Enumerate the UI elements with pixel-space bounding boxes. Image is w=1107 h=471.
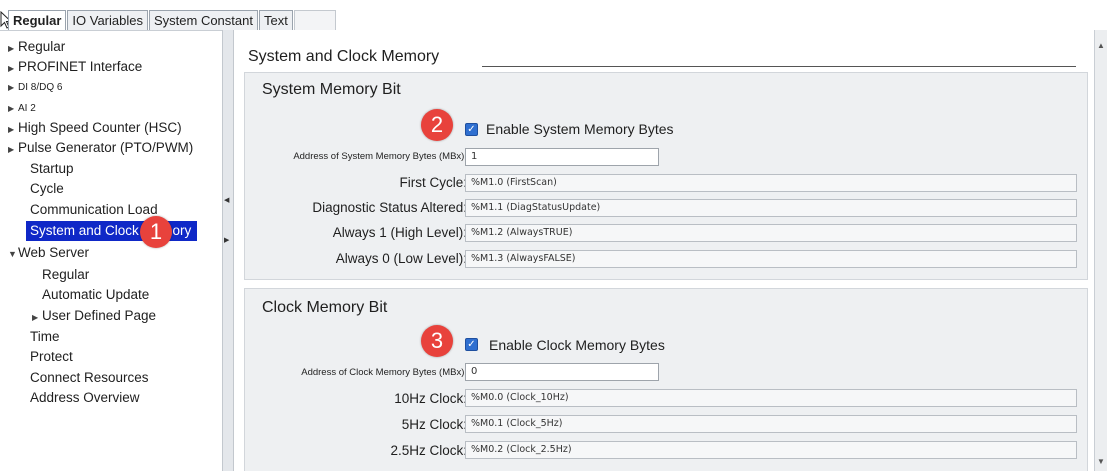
- triangle-right-icon[interactable]: ▶: [8, 78, 18, 98]
- triangle-right-icon[interactable]: ▶: [8, 39, 18, 59]
- first-cycle-value: %M1.0 (FirstScan): [465, 174, 1077, 192]
- always-1-label: Always 1 (High Level):: [332, 225, 467, 240]
- triangle-right-icon[interactable]: ▶: [8, 59, 18, 79]
- clock-5hz-label: 5Hz Clock:: [401, 417, 467, 432]
- tab-system-constant[interactable]: System Constant: [148, 10, 258, 30]
- collapse-left-icon[interactable]: ◀: [224, 196, 230, 206]
- section-title: System and Clock Memory: [248, 48, 440, 65]
- diagnostic-status-value: %M1.1 (DiagStatusUpdate): [465, 199, 1077, 217]
- tree-item-pulse-generator[interactable]: ▶ Pulse Generator (PTO/PWM): [8, 138, 193, 158]
- tree-item-di-dq[interactable]: ▶ DI 8/DQ 6: [8, 78, 62, 98]
- enable-system-memory-label: Enable System Memory Bytes: [486, 121, 674, 137]
- tab-regular[interactable]: Regular: [8, 10, 67, 30]
- tree-item-web-server[interactable]: ▼Web Server: [8, 243, 89, 263]
- tree-item-connect-resources[interactable]: Connect Resources: [30, 368, 149, 388]
- clock-memory-panel: Clock Memory Bit ✓ Enable Clock Memory B…: [244, 288, 1088, 471]
- enable-system-memory-checkbox[interactable]: ✓: [465, 123, 478, 136]
- system-memory-panel: System Memory Bit ✓ Enable System Memory…: [244, 72, 1088, 280]
- callout-badge-2: 2: [421, 109, 453, 141]
- clock-memory-address-label: Address of Clock Memory Bytes (MBx):: [301, 367, 467, 378]
- scroll-up-icon[interactable]: ▲: [1096, 40, 1106, 52]
- tree-item-communication-load[interactable]: Communication Load: [30, 200, 158, 220]
- expand-right-icon[interactable]: ▶: [224, 236, 230, 246]
- tree-item-ai[interactable]: ▶ AI 2: [8, 99, 36, 119]
- tree-item-profinet-interface[interactable]: ▶ PROFINET Interface: [8, 57, 142, 77]
- enable-clock-memory-label: Enable Clock Memory Bytes: [489, 337, 665, 353]
- callout-badge-1: 1: [140, 216, 172, 248]
- always-1-value: %M1.2 (AlwaysTRUE): [465, 224, 1077, 242]
- vertical-scrollbar[interactable]: [1094, 30, 1107, 471]
- triangle-right-icon[interactable]: ▶: [8, 120, 18, 140]
- tree-item-automatic-update[interactable]: Automatic Update: [42, 285, 149, 305]
- section-divider: [482, 66, 1076, 67]
- tree-item-hsc[interactable]: ▶ High Speed Counter (HSC): [8, 118, 182, 138]
- tree-item-startup[interactable]: Startup: [30, 159, 74, 179]
- tree-item-address-overview[interactable]: Address Overview: [30, 388, 140, 408]
- callout-badge-3: 3: [421, 325, 453, 357]
- diagnostic-status-label: Diagnostic Status Altered:: [312, 200, 467, 215]
- scroll-down-icon[interactable]: ▼: [1096, 456, 1106, 468]
- clock-2-5hz-label: 2.5Hz Clock:: [390, 443, 467, 458]
- checkmark-icon: ✓: [467, 339, 476, 350]
- triangle-right-icon[interactable]: ▶: [32, 308, 42, 328]
- clock-10hz-value: %M0.0 (Clock_10Hz): [465, 389, 1077, 407]
- properties-content: System and Clock Memory System Memory Bi…: [234, 30, 1094, 471]
- system-memory-address-label: Address of System Memory Bytes (MBx):: [293, 151, 467, 162]
- pane-splitter[interactable]: [222, 30, 234, 471]
- system-memory-title: System Memory Bit: [262, 81, 401, 98]
- navigation-tree: ▶ Regular ▶ PROFINET Interface ▶ DI 8/DQ 6 …: [0, 30, 222, 471]
- tree-item-regular[interactable]: ▶ Regular: [8, 37, 65, 57]
- tree-item-user-defined-page[interactable]: ▶ User Defined Page: [32, 306, 156, 326]
- clock-2-5hz-value: %M0.2 (Clock_2.5Hz): [465, 441, 1077, 459]
- clock-memory-title: Clock Memory Bit: [262, 299, 388, 316]
- tree-item-cycle[interactable]: Cycle: [30, 179, 64, 199]
- always-0-value: %M1.3 (AlwaysFALSE): [465, 250, 1077, 268]
- editor-tab-bar: Regular IO Variables System Constant Tex…: [0, 0, 1107, 30]
- tree-item-protect[interactable]: Protect: [30, 347, 73, 367]
- triangle-down-icon[interactable]: ▼: [8, 244, 18, 264]
- tree-item-web-regular[interactable]: Regular: [42, 265, 89, 285]
- clock-memory-address-input[interactable]: 0: [465, 363, 659, 381]
- triangle-right-icon[interactable]: ▶: [8, 140, 18, 160]
- clock-5hz-value: %M0.1 (Clock_5Hz): [465, 415, 1077, 433]
- tab-io-variables[interactable]: IO Variables: [67, 10, 148, 30]
- tab-text[interactable]: Text: [258, 10, 293, 30]
- first-cycle-label: First Cycle:: [399, 175, 468, 190]
- tree-item-time[interactable]: Time: [30, 327, 60, 347]
- triangle-right-icon[interactable]: ▶: [8, 99, 18, 119]
- enable-clock-memory-checkbox[interactable]: ✓: [465, 338, 478, 351]
- always-0-label: Always 0 (Low Level):: [335, 251, 467, 266]
- clock-10hz-label: 10Hz Clock:: [394, 391, 467, 406]
- tab-empty: [293, 10, 336, 30]
- checkmark-icon: ✓: [467, 124, 476, 135]
- system-memory-address-input[interactable]: 1: [465, 148, 659, 166]
